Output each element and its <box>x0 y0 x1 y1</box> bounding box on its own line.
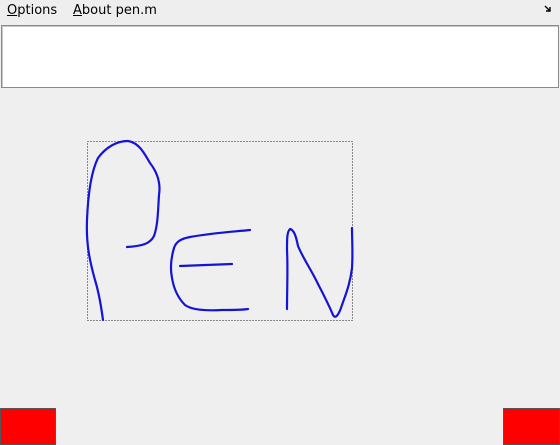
red-button-left[interactable] <box>0 408 56 445</box>
letter-n-stroke <box>285 226 354 318</box>
red-button-right[interactable] <box>503 408 560 445</box>
letter-e-mid-stroke <box>178 262 234 268</box>
selection-frame <box>87 141 353 321</box>
letter-p-stroke <box>85 139 161 322</box>
letter-e-top-stroke <box>169 228 252 312</box>
drawing-canvas[interactable] <box>0 0 560 445</box>
